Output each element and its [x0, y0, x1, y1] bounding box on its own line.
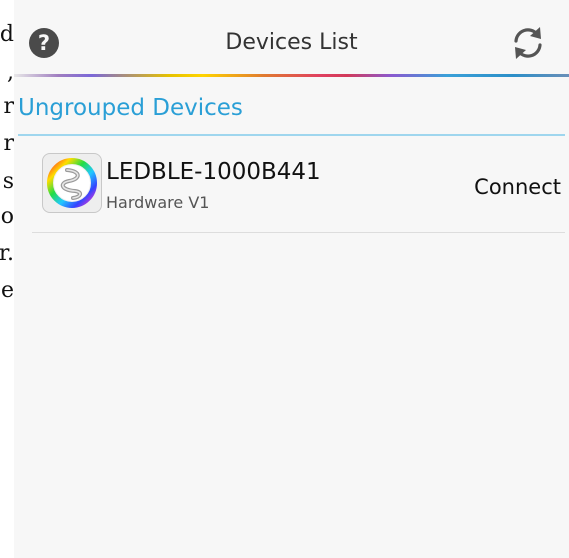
color-wheel-graphic	[47, 158, 97, 208]
rainbow-divider	[14, 74, 569, 77]
document-text-fragment: s	[2, 169, 14, 194]
refresh-icon-graphic	[514, 27, 542, 59]
document-text-fragment: o	[0, 204, 14, 229]
document-text-fragment: e	[0, 278, 14, 303]
app-screen: ? Devices List Ungrouped Devices LEDBLE-…	[14, 0, 569, 558]
background-document: d , r r s o r. e	[0, 0, 14, 558]
document-text-fragment: r.	[0, 241, 14, 266]
document-text-fragment: d	[0, 22, 14, 47]
document-text-fragment: ,	[7, 60, 14, 85]
device-hardware-version: Hardware V1	[106, 193, 210, 212]
section-title: Ungrouped Devices	[18, 95, 243, 121]
top-bar: ? Devices List	[14, 0, 569, 77]
device-name: LEDBLE-1000B441	[106, 159, 321, 185]
device-list-item[interactable]: LEDBLE-1000B441 Hardware V1 Connect	[32, 140, 565, 232]
led-strip-color-wheel-icon	[42, 153, 102, 213]
row-divider	[32, 232, 565, 233]
document-text-fragment: r	[3, 94, 14, 119]
connect-button[interactable]: Connect	[474, 173, 561, 201]
stage: d , r r s o r. e ? Devices List Ungroupe…	[0, 0, 569, 558]
page-title: Devices List	[225, 30, 358, 55]
section-divider	[18, 134, 565, 136]
document-text-fragment: r	[3, 131, 14, 156]
refresh-icon[interactable]	[509, 24, 547, 62]
